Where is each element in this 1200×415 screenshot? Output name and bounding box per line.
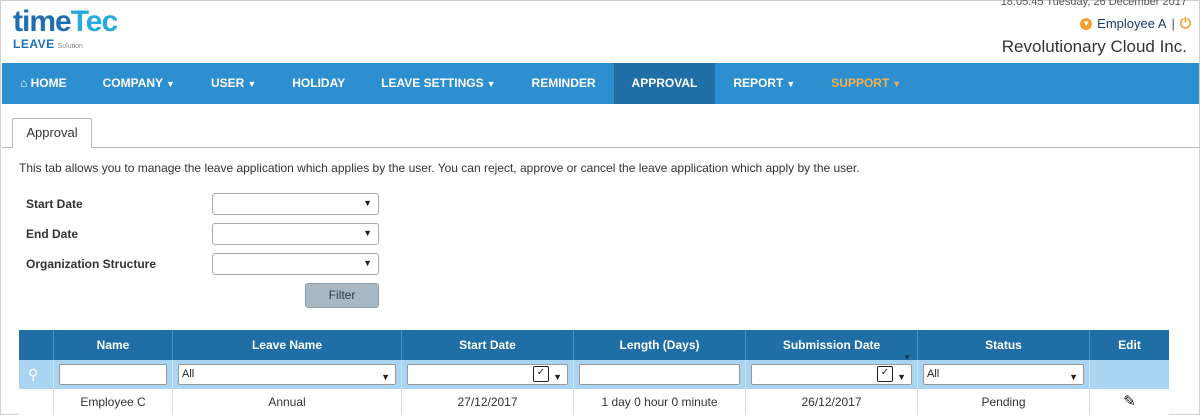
- nav-user[interactable]: USER ▼: [193, 63, 274, 104]
- start-date-label: Start Date: [26, 197, 83, 211]
- page-description: This tab allows you to manage the leave …: [19, 161, 860, 175]
- organization-structure-label: Organization Structure: [26, 257, 157, 271]
- filter-leave-name-select[interactable]: All ▼: [178, 364, 396, 385]
- user-bar-separator: |: [1171, 16, 1175, 31]
- nav-holiday[interactable]: HOLIDAY: [274, 63, 363, 104]
- tab-bar: Approval: [2, 118, 1199, 148]
- nav-support-label: SUPPORT: [831, 76, 890, 90]
- dropdown-arrow-icon: ▼: [897, 372, 906, 382]
- filter-leave-name-value: All: [182, 368, 195, 380]
- nav-approval[interactable]: APPROVAL: [613, 63, 716, 104]
- current-datetime: 18:05:45 Tuesday, 26 December 2017: [1000, 0, 1187, 8]
- caret-down-icon: ▼: [786, 79, 796, 89]
- nav-holiday-label: HOLIDAY: [292, 76, 346, 90]
- column-header-submission-date-label: Submission Date: [782, 338, 881, 352]
- nav-leave-settings-label: LEAVE SETTINGS: [381, 76, 484, 90]
- search-icon[interactable]: ⚲: [28, 366, 38, 383]
- filter-length-input[interactable]: [579, 364, 740, 385]
- user-dropdown-icon[interactable]: ▼: [1080, 17, 1093, 30]
- column-header-status[interactable]: Status: [918, 330, 1090, 360]
- column-header-start-date[interactable]: Start Date: [402, 330, 574, 360]
- filter-status-cell: All ▼: [918, 360, 1090, 389]
- logo-text-time: time: [13, 5, 72, 38]
- calendar-icon[interactable]: ✓: [533, 366, 549, 382]
- nav-company[interactable]: COMPANY ▼: [85, 63, 193, 104]
- organization-structure-select[interactable]: ▼: [212, 253, 379, 275]
- start-date-select[interactable]: ▼: [212, 193, 379, 215]
- nav-reminder[interactable]: REMINDER: [514, 63, 614, 104]
- caret-down-icon: ▼: [247, 79, 257, 89]
- filter-edit-cell: [1090, 360, 1169, 389]
- dropdown-arrow-icon: ▼: [363, 228, 372, 238]
- logo-sub-solution: Solution: [57, 43, 83, 50]
- column-header-submission-date[interactable]: Submission Date ▼: [746, 330, 918, 362]
- row-spacer: [19, 389, 54, 415]
- dropdown-arrow-icon: ▼: [381, 372, 390, 382]
- filter-status-select[interactable]: All ▼: [923, 364, 1084, 385]
- home-icon: ⌂: [20, 76, 28, 90]
- timetec-leave-logo: timeTec LEAVE Solution: [13, 7, 133, 55]
- approval-table: Name Leave Name Start Date Length (Days)…: [19, 330, 1169, 415]
- table-header-row: Name Leave Name Start Date Length (Days)…: [19, 330, 1169, 362]
- power-logout-icon[interactable]: ⏻: [1180, 15, 1191, 32]
- filter-start-date-cell: ✓ ▼: [402, 360, 574, 389]
- filter-name-input[interactable]: [59, 364, 167, 385]
- cell-start-date: 27/12/2017: [402, 389, 574, 415]
- filter-name-cell: [54, 360, 173, 389]
- caret-down-icon: ▼: [486, 79, 496, 89]
- dropdown-arrow-icon: ▼: [553, 372, 562, 382]
- company-name: Revolutionary Cloud Inc.: [1001, 37, 1187, 56]
- main-nav: ⌂ HOME COMPANY ▼ USER ▼ HOLIDAY LEAVE SETT…: [2, 63, 1199, 104]
- cell-length: 1 day 0 hour 0 minute: [574, 389, 746, 415]
- filter-submission-date-cell: ✓ ▼: [746, 360, 918, 389]
- logo-text-tec: Tec: [70, 5, 118, 38]
- filter-start-date-input[interactable]: ✓ ▼: [407, 364, 568, 385]
- end-date-label: End Date: [26, 227, 79, 241]
- header-spacer: [19, 330, 54, 360]
- nav-report[interactable]: REPORT ▼: [715, 63, 813, 104]
- column-header-leave-name[interactable]: Leave Name: [173, 330, 402, 360]
- filter-search-cell: ⚲: [19, 360, 54, 389]
- cell-submission-date: 26/12/2017: [746, 389, 918, 415]
- cell-leave-name: Annual: [173, 389, 402, 415]
- column-header-edit: Edit: [1118, 338, 1141, 352]
- column-header-name[interactable]: Name: [54, 330, 173, 360]
- cell-status: Pending: [918, 389, 1090, 415]
- dropdown-arrow-icon: ▼: [1069, 372, 1078, 382]
- user-bar: ▼ Employee A | ⏻: [1080, 15, 1191, 32]
- dropdown-arrow-icon: ▼: [363, 198, 372, 208]
- nav-support[interactable]: SUPPORT ▼: [813, 63, 919, 104]
- nav-company-label: COMPANY: [102, 76, 164, 90]
- column-header-length[interactable]: Length (Days): [574, 330, 746, 360]
- dropdown-arrow-icon: ▼: [363, 258, 372, 268]
- nav-home[interactable]: ⌂ HOME: [2, 63, 85, 104]
- logo-sub-leave: LEAVE: [13, 37, 55, 51]
- filter-submission-date-input[interactable]: ✓ ▼: [751, 364, 912, 385]
- cell-name: Employee C: [54, 389, 173, 415]
- tab-approval[interactable]: Approval: [12, 118, 92, 148]
- user-name-link[interactable]: Employee A: [1097, 16, 1166, 31]
- table-row[interactable]: Employee C Annual 27/12/2017 1 day 0 hou…: [19, 389, 1169, 415]
- cell-edit: ✎: [1090, 389, 1169, 415]
- nav-report-label: REPORT: [733, 76, 784, 90]
- end-date-select[interactable]: ▼: [212, 223, 379, 245]
- nav-user-label: USER: [210, 76, 245, 90]
- nav-approval-label: APPROVAL: [631, 76, 698, 90]
- calendar-icon[interactable]: ✓: [877, 366, 893, 382]
- filter-status-value: All: [927, 368, 940, 380]
- filter-button[interactable]: Filter: [305, 283, 379, 308]
- filter-length-cell: [574, 360, 746, 389]
- caret-down-icon: ▼: [892, 79, 902, 89]
- nav-home-label: HOME: [30, 76, 67, 90]
- filter-leave-name-cell: All ▼: [173, 360, 402, 389]
- caret-down-icon: ▼: [166, 79, 175, 89]
- edit-pencil-icon[interactable]: ✎: [1123, 393, 1136, 410]
- nav-leave-settings[interactable]: LEAVE SETTINGS ▼: [363, 63, 513, 104]
- nav-reminder-label: REMINDER: [531, 76, 596, 90]
- filter-row: ⚲ All ▼ ✓ ▼ ✓ ▼ All ▼: [19, 360, 1169, 389]
